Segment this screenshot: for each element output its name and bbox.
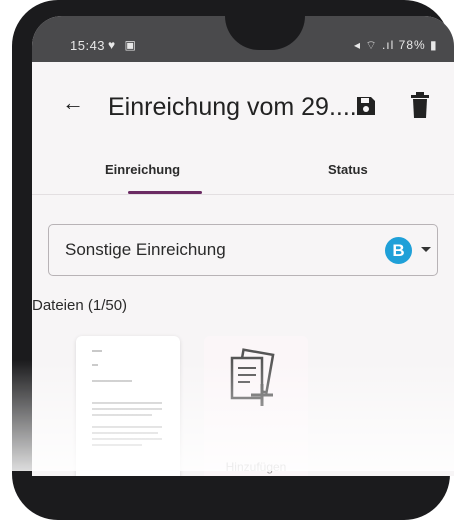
doc-line bbox=[92, 438, 162, 440]
tabs-divider bbox=[32, 194, 454, 195]
doc-line bbox=[92, 432, 158, 434]
doc-line bbox=[92, 426, 162, 428]
app-bar: ← Einreichung vom 29.... Einreichung Sta… bbox=[32, 62, 454, 177]
doc-line bbox=[92, 444, 142, 446]
doc-line bbox=[92, 380, 132, 382]
status-time: 15:43 bbox=[70, 38, 106, 53]
submission-type-select[interactable]: Sonstige Einreichung B bbox=[48, 224, 438, 276]
chevron-down-icon[interactable] bbox=[421, 247, 431, 252]
status-right: ◂ ⌔ .ıl 78% ▮ bbox=[354, 38, 438, 52]
files-count-label: Dateien (1/50) bbox=[32, 297, 128, 314]
select-value: Sonstige Einreichung bbox=[65, 240, 226, 259]
battery-level: 78% bbox=[398, 38, 426, 52]
arrow-left-icon[interactable]: ← bbox=[62, 90, 84, 116]
doc-line bbox=[92, 364, 98, 366]
phone-frame: 15:43 ♥ ▣ ◂ ⌔ .ıl 78% ▮ ← Einreichung vo… bbox=[12, 0, 454, 520]
page-title: Einreichung vom 29.... bbox=[108, 93, 357, 121]
save-icon[interactable] bbox=[356, 96, 376, 116]
tab-status[interactable]: Status bbox=[328, 162, 368, 177]
annotation-badge: B bbox=[385, 237, 412, 264]
doc-line bbox=[92, 414, 152, 416]
tab-einreichung[interactable]: Einreichung bbox=[105, 162, 180, 177]
add-file-label: Hinzufügen bbox=[225, 460, 287, 474]
doc-line bbox=[92, 350, 102, 352]
file-thumbnail[interactable] bbox=[76, 336, 180, 476]
notification-icons: ♥ ▣ bbox=[108, 38, 139, 52]
add-document-icon bbox=[230, 348, 275, 406]
add-file-tile[interactable]: Hinzufügen bbox=[204, 336, 308, 476]
doc-line bbox=[92, 408, 162, 410]
screen: 15:43 ♥ ▣ ◂ ⌔ .ıl 78% ▮ ← Einreichung vo… bbox=[32, 16, 454, 476]
trash-icon[interactable] bbox=[410, 92, 430, 118]
doc-line bbox=[92, 402, 162, 404]
